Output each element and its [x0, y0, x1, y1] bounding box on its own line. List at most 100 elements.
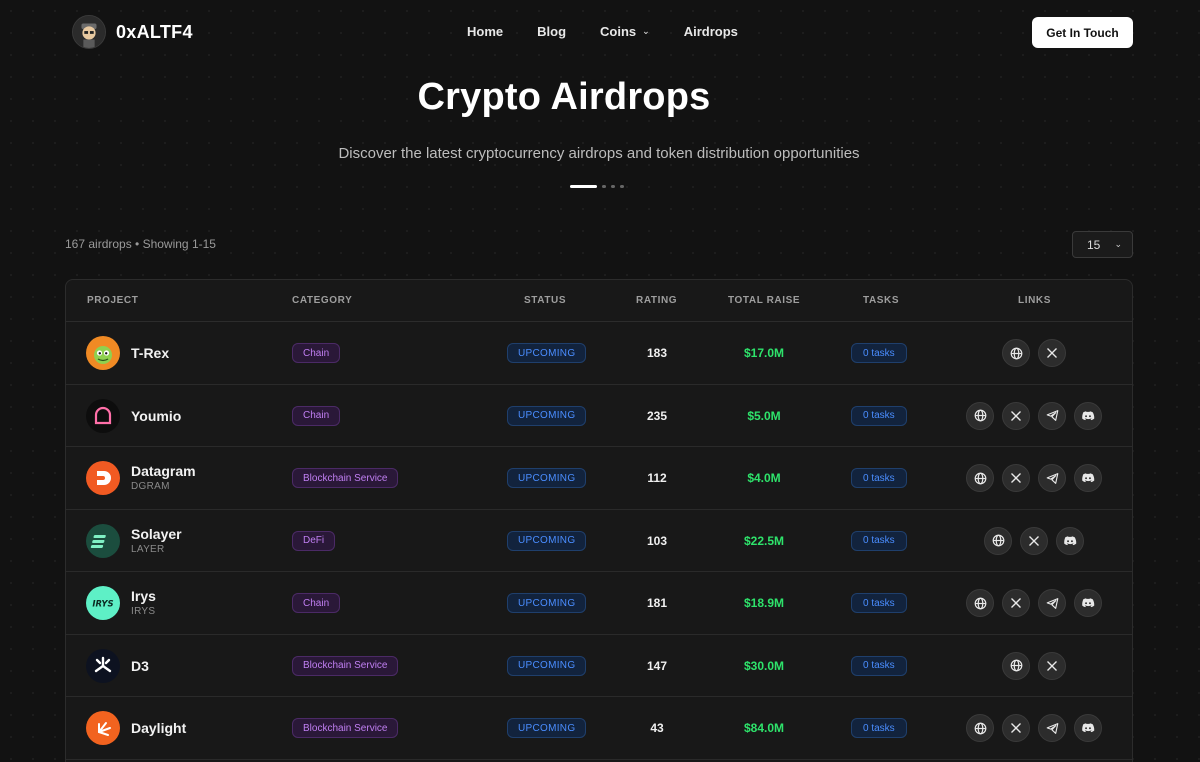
- x-icon[interactable]: [1002, 401, 1030, 430]
- rating-value: 147: [646, 658, 668, 673]
- globe-icon[interactable]: [984, 526, 1012, 555]
- rating-value: 43: [650, 721, 664, 735]
- discord-icon[interactable]: [1074, 589, 1102, 617]
- table-row[interactable]: Youmio Chain UPCOMING 235 $5.0M 0 tasks: [66, 385, 1132, 447]
- project-name[interactable]: Solayer: [131, 526, 182, 542]
- project-logo: [86, 461, 120, 495]
- project-name[interactable]: Datagram: [131, 463, 196, 479]
- carousel-dot[interactable]: [620, 185, 624, 188]
- nav-home[interactable]: Home: [467, 24, 503, 39]
- telegram-icon[interactable]: [1038, 714, 1066, 742]
- tasks-badge[interactable]: 0 tasks: [851, 530, 907, 551]
- nav-coins[interactable]: Coins ⌄: [600, 24, 650, 39]
- rating-value: 103: [646, 533, 668, 548]
- project-name[interactable]: Irys: [131, 588, 156, 604]
- total-raise-value: $30.0M: [743, 658, 785, 673]
- project-name[interactable]: T-Rex: [131, 345, 169, 361]
- table-row[interactable]: D3 Blockchain Service UPCOMING 147 $30.0M 0 t…: [66, 635, 1132, 697]
- globe-icon[interactable]: [966, 464, 994, 492]
- discord-icon[interactable]: [1056, 526, 1084, 555]
- tasks-badge[interactable]: 0 tasks: [851, 343, 907, 363]
- per-page-value: 15: [1087, 237, 1101, 252]
- tasks-badge[interactable]: 0 tasks: [851, 405, 907, 426]
- page-subtitle: Discover the latest cryptocurrency airdr…: [338, 145, 860, 162]
- table-row[interactable]: T-Rex Chain UPCOMING 183 $17.0M 0 tasks: [66, 322, 1132, 385]
- main-menu: Home Blog Coins ⌄ Airdrops: [467, 24, 738, 39]
- project-logo: [86, 398, 120, 433]
- total-raise-value: $17.0M: [743, 346, 785, 360]
- discord-icon[interactable]: [1074, 464, 1102, 492]
- rating-value: 235: [646, 408, 668, 423]
- x-icon[interactable]: [1002, 589, 1030, 617]
- table-row[interactable]: Daylight Blockchain Service UPCOMING 43 $84.…: [66, 697, 1132, 760]
- discord-icon[interactable]: [1074, 401, 1102, 430]
- project-name[interactable]: Daylight: [131, 720, 186, 736]
- category-badge: Chain: [292, 405, 341, 426]
- header-tasks[interactable]: TASKS: [863, 295, 899, 306]
- status-badge: UPCOMING: [507, 593, 587, 613]
- tasks-badge[interactable]: 0 tasks: [851, 468, 907, 488]
- nav-home-label: Home: [467, 24, 504, 39]
- svg-text:IRYS: IRYS: [92, 600, 113, 610]
- carousel-dot[interactable]: [570, 185, 597, 188]
- project-logo: [86, 336, 120, 370]
- get-in-touch-button[interactable]: Get In Touch: [1032, 17, 1133, 48]
- header-links: LINKS: [1018, 295, 1051, 306]
- category-badge: Chain: [292, 343, 341, 363]
- results-count: 167 airdrops • Showing 1-15: [65, 237, 216, 251]
- carousel-dot[interactable]: [611, 185, 615, 188]
- x-icon[interactable]: [1002, 464, 1030, 492]
- status-badge: UPCOMING: [507, 530, 587, 551]
- table-row[interactable]: Datagram DGRAM Blockchain Service UPCOMING 1…: [66, 447, 1132, 510]
- telegram-icon[interactable]: [1038, 464, 1066, 492]
- project-name[interactable]: D3: [131, 658, 149, 674]
- brand-logo[interactable]: 0xALTF4: [72, 15, 193, 49]
- per-page-select[interactable]: 15 ⌄: [1072, 231, 1133, 258]
- header-category[interactable]: CATEGORY: [292, 295, 352, 306]
- tasks-badge[interactable]: 0 tasks: [851, 655, 907, 676]
- telegram-icon[interactable]: [1038, 401, 1066, 430]
- project-links: [966, 464, 1102, 492]
- project-links: [966, 589, 1102, 617]
- category-badge: Blockchain Service: [292, 718, 399, 738]
- telegram-icon[interactable]: [1038, 589, 1066, 617]
- globe-icon[interactable]: [966, 714, 994, 742]
- project-name[interactable]: Youmio: [131, 408, 181, 424]
- status-badge: UPCOMING: [507, 343, 587, 363]
- project-links: [966, 714, 1102, 742]
- carousel-indicator: [570, 185, 624, 188]
- total-raise-value: $22.5M: [743, 533, 785, 548]
- nav-blog-label: Blog: [537, 24, 567, 39]
- project-links: [966, 526, 1102, 555]
- nav-airdrops[interactable]: Airdrops: [684, 24, 738, 39]
- status-badge: UPCOMING: [507, 468, 587, 488]
- header-total-raise[interactable]: TOTAL RAISE: [728, 295, 800, 306]
- x-icon[interactable]: [1038, 651, 1066, 680]
- tasks-badge[interactable]: 0 tasks: [851, 593, 907, 613]
- header-rating[interactable]: RATING: [636, 295, 677, 306]
- status-badge: UPCOMING: [507, 655, 587, 676]
- total-raise-value: $18.9M: [743, 596, 785, 610]
- x-icon[interactable]: [1038, 339, 1066, 367]
- x-icon[interactable]: [1020, 526, 1048, 555]
- status-badge: UPCOMING: [507, 405, 587, 426]
- nav-airdrops-label: Airdrops: [683, 24, 738, 39]
- project-links: [966, 339, 1102, 367]
- project-logo: [86, 523, 120, 558]
- discord-icon[interactable]: [1074, 714, 1102, 742]
- table-row[interactable]: IRYS Irys IRYS Chain UPCOMING 181 $18.9M 0 task…: [66, 572, 1132, 635]
- project-logo: [86, 711, 120, 745]
- table-row[interactable]: Solayer LAYER DeFi UPCOMING 103 $22.5M 0 tasks: [66, 510, 1132, 572]
- project-logo: IRYS: [86, 586, 120, 620]
- total-raise-value: $84.0M: [743, 721, 785, 735]
- globe-icon[interactable]: [1002, 651, 1030, 680]
- tasks-badge[interactable]: 0 tasks: [851, 718, 907, 738]
- globe-icon[interactable]: [966, 401, 994, 430]
- header-project[interactable]: PROJECT: [87, 295, 138, 306]
- globe-icon[interactable]: [966, 589, 994, 617]
- carousel-dot[interactable]: [602, 185, 606, 188]
- globe-icon[interactable]: [1002, 339, 1030, 367]
- x-icon[interactable]: [1002, 714, 1030, 742]
- header-status[interactable]: STATUS: [524, 295, 566, 306]
- nav-blog[interactable]: Blog: [537, 24, 566, 39]
